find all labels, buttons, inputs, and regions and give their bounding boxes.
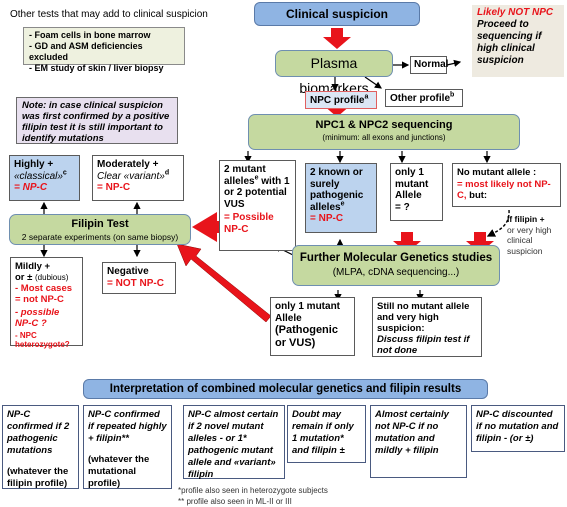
red-arrow-path-to-filipin xyxy=(176,243,272,323)
moderately-positive-box: Moderately + Clear «variant»d = NP-C xyxy=(92,155,184,201)
sequencing-title: NPC1 & NPC2 sequencing xyxy=(315,119,453,131)
footnotes: *profile also seen in heterozygote subje… xyxy=(178,485,328,507)
only-one-allele-box: only 1 mutant Allele = ? xyxy=(390,163,443,221)
negative-box: Negative = NOT NP-C xyxy=(102,262,176,294)
likely-not-npc-text: Proceed to sequencing if high clinical s… xyxy=(477,19,542,66)
plasma-biomarkers-box: Plasma biomarkers xyxy=(275,50,393,96)
other-tests-title: Other tests that may add to clinical sus… xyxy=(10,9,208,20)
highly-positive-box: Highly + «classical»c = NP-C xyxy=(9,155,80,201)
npc-profile-box: NPC profilea xyxy=(305,91,377,109)
sequencing-subtitle: (minimum: all exons and junctions) xyxy=(322,133,446,142)
other-test-item: - Foam cells in bone marrow xyxy=(29,30,151,40)
interpretation-box: NP-C confirmed if 2 pathogenic mutations… xyxy=(2,405,79,489)
normal-box: Normal xyxy=(410,56,448,74)
interpretation-header: Interpretation of combined molecular gen… xyxy=(83,379,488,399)
likely-not-npc-note: Likely NOT NPC Proceed to sequencing if … xyxy=(472,5,564,77)
likely-not-npc-heading: Likely NOT NPC xyxy=(477,7,554,18)
other-profile-box: Other profileb xyxy=(385,89,463,107)
two-mutant-vus-box: 2 mutant allelese with 1 or 2 potential … xyxy=(219,160,296,251)
interpretation-box: NP-C almost certain if 2 novel mutant al… xyxy=(183,405,285,480)
dashed-connector-if-filipin xyxy=(486,209,510,237)
other-test-item: - EM study of skin / liver biopsy xyxy=(29,63,164,73)
note-box: Note: in case clinical suspicion was fir… xyxy=(16,97,178,144)
if-filipin-note: If filipin + or very high clinical suspi… xyxy=(507,214,552,256)
other-test-item: - GD and ASM deficiencies excluded xyxy=(29,41,143,62)
mildly-positive-box: Mildly + or ± (dubious) - Most cases = n… xyxy=(10,257,83,349)
clinical-suspicion-box: Clinical suspicion xyxy=(254,2,420,26)
arrow-normal-to-likely xyxy=(446,59,462,67)
still-no-mutant-box: Still no mutant allele and very high sus… xyxy=(372,297,482,357)
interpretation-box: Almost certainly not NP-C if no mutation… xyxy=(370,405,467,478)
only-one-pathogenic-box: only 1 mutant Allele (Pathogenic or VUS) xyxy=(270,297,355,356)
further-molecular-box: Further Molecular Genetics studies (MLPA… xyxy=(292,245,500,286)
interpretation-box: NP-C confirmed if repeated highly + fili… xyxy=(83,405,172,489)
footnote: *profile also seen in heterozygote subje… xyxy=(178,486,328,495)
footnote: ** profile also seen in ML-II or III xyxy=(178,497,292,506)
other-tests-box: - Foam cells in bone marrow - GD and ASM… xyxy=(23,27,185,73)
filipin-test-box: Filipin Test 2 separate experiments (on … xyxy=(9,214,191,245)
sequencing-box: NPC1 & NPC2 sequencing (minimum: all exo… xyxy=(248,114,520,150)
red-arrow-clinical-to-plasma xyxy=(323,28,351,49)
no-mutant-allele-box: No mutant allele : = most likely not NP-… xyxy=(452,163,561,207)
interpretation-box: Doubt may remain if only 1 mutation* and… xyxy=(287,405,366,463)
interpretation-box: NP-C discounted if no mutation and filip… xyxy=(471,405,565,452)
two-known-alleles-box: 2 known or surely pathogenic allelese = … xyxy=(305,163,377,233)
